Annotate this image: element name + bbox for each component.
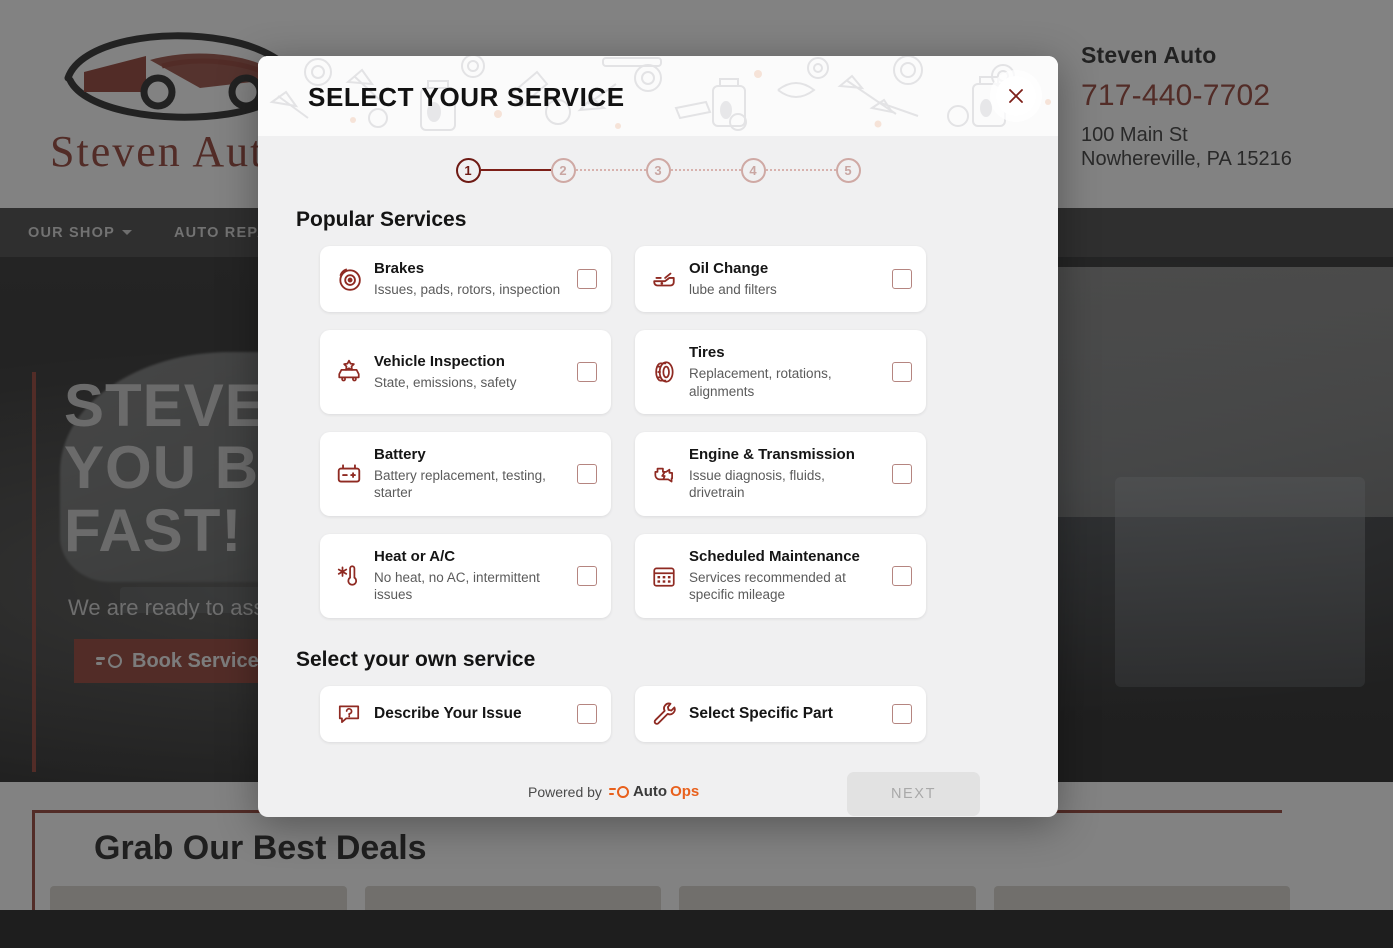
brake-disc-icon — [336, 266, 362, 292]
service-card-brakes-text: Brakes Issues, pads, rotors, inspection — [374, 260, 565, 298]
step-3[interactable]: 3 — [645, 157, 671, 183]
step-2-label: 2 — [559, 162, 567, 178]
car-inspection-icon — [336, 359, 362, 385]
step-5[interactable]: 5 — [835, 157, 861, 183]
service-card-oil-change[interactable]: Oil Change lube and filters — [635, 246, 926, 313]
service-card-scheduled-maintenance-text: Scheduled Maintenance Services recommend… — [689, 548, 880, 604]
wrench-icon — [651, 701, 677, 727]
service-card-vehicle-inspection[interactable]: Vehicle Inspection State, emissions, saf… — [320, 330, 611, 415]
service-desc: State, emissions, safety — [374, 374, 517, 390]
service-checkbox-vehicle-inspection[interactable] — [577, 362, 597, 383]
service-card-scheduled-maintenance[interactable]: Scheduled Maintenance Services recommend… — [635, 533, 926, 618]
service-checkbox-scheduled-maintenance[interactable] — [892, 565, 912, 586]
autoops-logo[interactable]: Auto Ops — [608, 783, 700, 800]
modal-footer-actions: NEXT — [296, 742, 1020, 816]
service-card-engine-transmission-text: Engine & Transmission Issue diagnosis, f… — [689, 446, 880, 502]
service-card-oil-change-text: Oil Change lube and filters — [689, 260, 880, 298]
question-chat-icon — [336, 701, 362, 727]
step-2[interactable]: 2 — [550, 157, 576, 183]
select-service-modal: SELECT YOUR SERVICE 1 2 3 4 5 Popular Se… — [258, 56, 1058, 817]
step-indicator: 1 2 3 4 5 — [258, 136, 1058, 204]
service-title: Select Specific Part — [689, 705, 833, 723]
service-checkbox-brakes[interactable] — [577, 269, 597, 290]
modal-header: SELECT YOUR SERVICE — [258, 56, 1058, 136]
service-checkbox-describe-your-issue[interactable] — [577, 703, 597, 724]
service-card-tires[interactable]: Tires Replacement, rotations, alignments — [635, 330, 926, 415]
step-connector-2 — [575, 169, 646, 171]
service-desc: Issue diagnosis, fluids, drivetrain — [689, 467, 825, 501]
service-title: Scheduled Maintenance — [689, 547, 860, 565]
service-card-heat-or-ac-text: Heat or A/C No heat, no AC, intermittent… — [374, 548, 565, 604]
step-4[interactable]: 4 — [740, 157, 766, 183]
step-connector-3 — [670, 169, 741, 171]
calendar-icon — [651, 563, 677, 589]
service-desc: No heat, no AC, intermittent issues — [374, 569, 540, 603]
service-card-heat-or-ac[interactable]: Heat or A/C No heat, no AC, intermittent… — [320, 533, 611, 618]
service-checkbox-tires[interactable] — [892, 362, 912, 383]
autoops-brand-part1: Auto — [632, 783, 668, 800]
modal-body: Popular Services Brakes Issues, pads, ro… — [258, 208, 1058, 816]
powered-by-label: Powered by — [528, 783, 602, 800]
step-connector-1 — [480, 169, 551, 171]
step-connector-4 — [765, 169, 836, 171]
battery-icon — [336, 461, 362, 487]
service-title: Battery — [374, 446, 426, 464]
service-card-describe-your-issue[interactable]: Describe Your Issue — [320, 685, 611, 742]
powered-by: Powered by Auto Ops — [528, 783, 699, 800]
own-service-heading: Select your own service — [296, 647, 536, 671]
service-desc: Issues, pads, rotors, inspection — [374, 281, 561, 297]
service-card-select-specific-part[interactable]: Select Specific Part — [635, 685, 926, 742]
close-x-icon — [1009, 89, 1023, 103]
service-title: Vehicle Inspection — [374, 353, 505, 371]
service-card-tires-text: Tires Replacement, rotations, alignments — [689, 344, 880, 400]
service-checkbox-select-specific-part[interactable] — [892, 703, 912, 724]
service-card-engine-transmission[interactable]: Engine & Transmission Issue diagnosis, f… — [635, 432, 926, 516]
service-title: Oil Change — [689, 260, 769, 277]
service-title: Engine & Transmission — [689, 446, 855, 464]
service-checkbox-engine-transmission[interactable] — [892, 464, 912, 485]
service-card-battery-text: Battery Battery replacement, testing, st… — [374, 446, 565, 502]
step-5-label: 5 — [844, 162, 852, 178]
own-services-grid: Describe Your Issue Select Specific Part — [296, 685, 1020, 742]
service-title: Tires — [689, 344, 725, 362]
service-desc: Battery replacement, testing, starter — [374, 467, 546, 501]
popular-services-heading: Popular Services — [296, 208, 467, 231]
autoops-brand-part2: Ops — [670, 783, 700, 800]
step-1[interactable]: 1 — [455, 157, 481, 183]
service-desc: Replacement, rotations, alignments — [689, 366, 832, 399]
service-card-vehicle-inspection-text: Vehicle Inspection State, emissions, saf… — [374, 353, 565, 391]
service-checkbox-heat-or-ac[interactable] — [577, 565, 597, 586]
next-button[interactable]: NEXT — [847, 771, 980, 816]
engine-icon — [651, 461, 677, 487]
service-card-select-specific-part-text: Select Specific Part — [689, 704, 880, 723]
popular-services-grid: Brakes Issues, pads, rotors, inspection … — [296, 246, 1020, 618]
service-title: Describe Your Issue — [374, 705, 522, 723]
autoops-speed-icon — [608, 785, 629, 798]
step-3-label: 3 — [654, 162, 662, 178]
service-checkbox-battery[interactable] — [577, 464, 597, 485]
service-desc: lube and filters — [689, 281, 777, 297]
service-checkbox-oil-change[interactable] — [892, 269, 912, 290]
modal-title: SELECT YOUR SERVICE — [308, 82, 625, 112]
oil-can-icon — [651, 266, 677, 292]
service-title: Heat or A/C — [374, 547, 456, 565]
tire-icon — [651, 359, 677, 385]
service-card-battery[interactable]: Battery Battery replacement, testing, st… — [320, 432, 611, 516]
thermometer-snowflake-icon — [336, 563, 362, 589]
service-card-brakes[interactable]: Brakes Issues, pads, rotors, inspection — [320, 246, 611, 313]
close-icon[interactable] — [996, 76, 1036, 116]
service-card-describe-your-issue-text: Describe Your Issue — [374, 704, 565, 723]
step-4-label: 4 — [749, 162, 757, 178]
service-desc: Services recommended at specific mileage — [689, 569, 846, 603]
service-title: Brakes — [374, 260, 425, 277]
step-1-label: 1 — [464, 162, 472, 178]
